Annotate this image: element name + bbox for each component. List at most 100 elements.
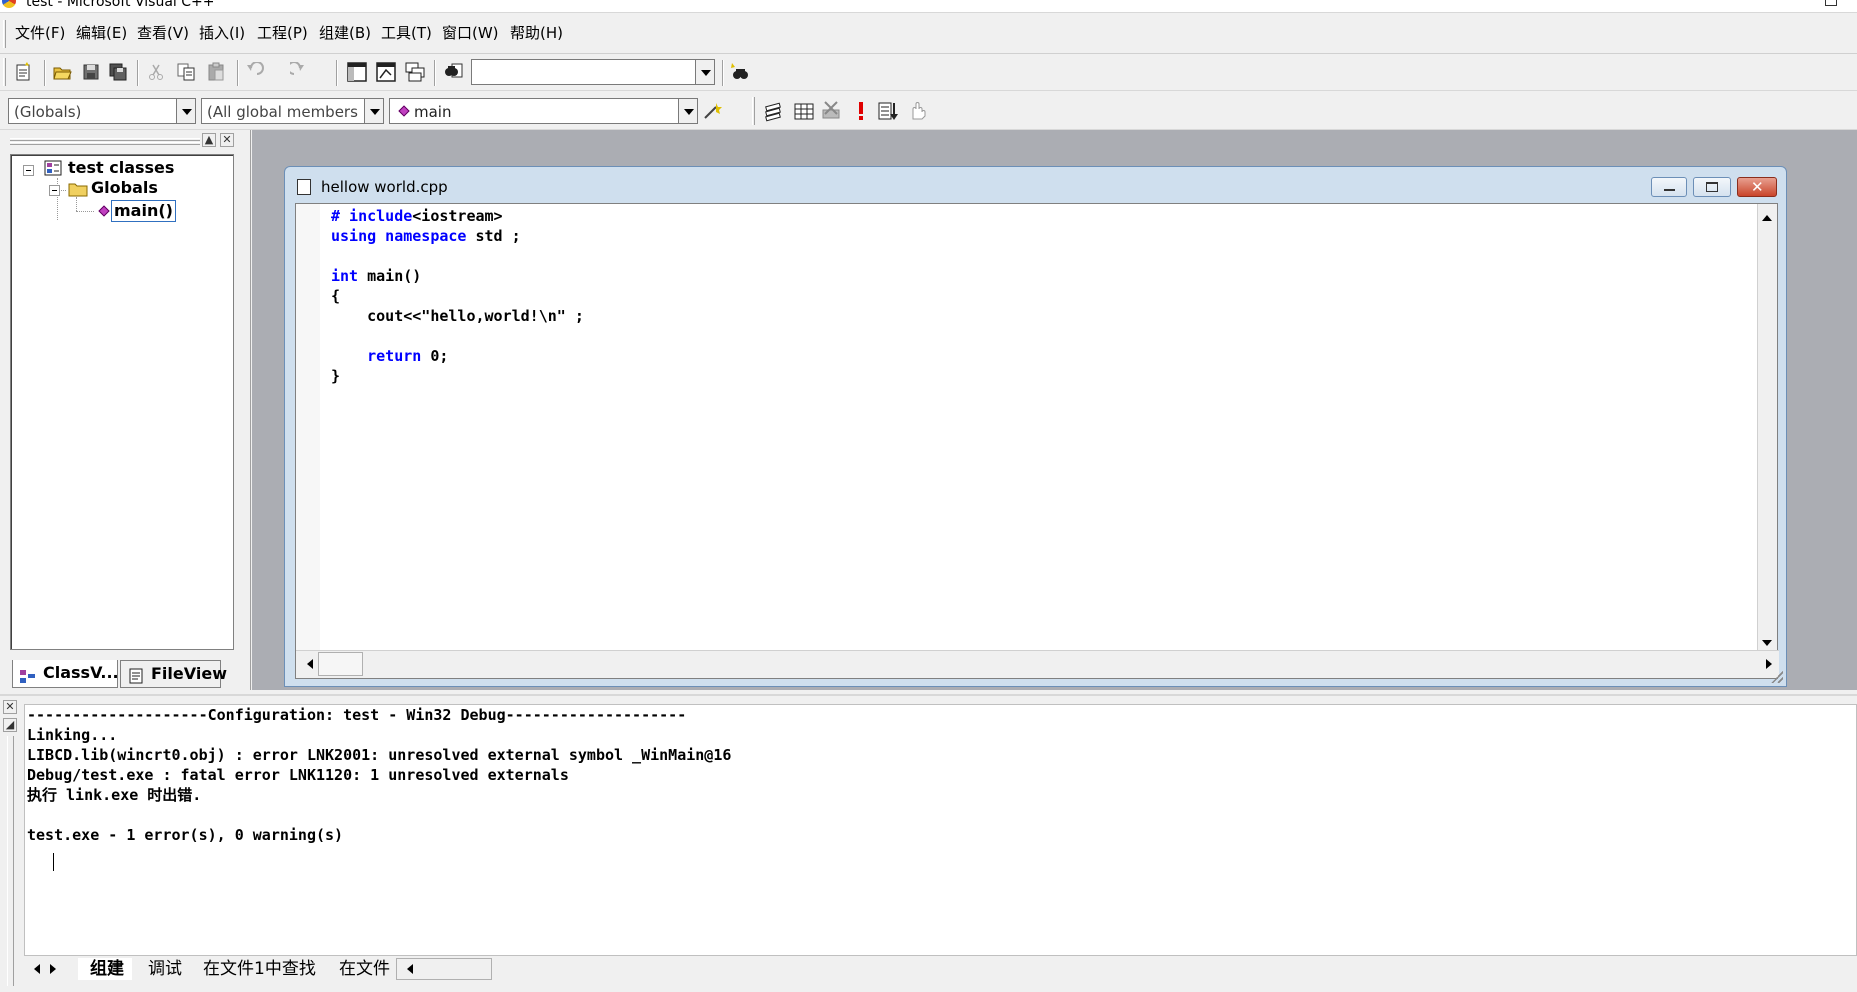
workspace-icon[interactable] [346,61,368,83]
members-filter-dropdown-icon[interactable] [364,98,384,124]
output-maximize-icon[interactable]: ◢ [3,718,17,732]
code-line[interactable] [331,246,584,266]
output-grip[interactable] [7,736,14,986]
class-scope-combo[interactable]: (Globals) [8,98,196,124]
code-line[interactable]: int main() [331,266,584,286]
window-list-icon[interactable] [404,61,426,83]
code-line[interactable] [331,326,584,346]
tree-globals-label[interactable]: Globals [91,178,158,198]
toolbar-grip[interactable] [3,58,6,86]
window-title: test - Microsoft Visual C++ [26,0,215,10]
find-combo[interactable] [471,59,715,85]
tree-root-label[interactable]: test classes [68,158,174,178]
output-hscroll-left-icon[interactable] [407,964,413,974]
horizontal-scroll-thumb[interactable] [318,652,363,676]
scroll-down-icon[interactable] [1762,640,1772,646]
scroll-right-icon[interactable] [1766,659,1772,669]
code-line[interactable]: { [331,286,584,306]
output-line: Debug/test.exe : fatal error LNK1120: 1 … [27,766,569,784]
code-editor[interactable]: # include<iostream> using namespace std ;… [295,203,1779,679]
insert-breakpoint-icon[interactable] [906,100,928,122]
compile-icon[interactable] [763,100,785,122]
copy-icon[interactable] [175,61,197,83]
tab-build[interactable]: 组建 [78,958,132,980]
tree-main-label[interactable]: main() [111,200,176,222]
workspace-close-icon[interactable]: ✕ [220,133,234,147]
scroll-left-icon[interactable] [307,659,313,669]
class-scope-dropdown-icon[interactable] [176,98,196,124]
stop-build-icon[interactable] [820,100,842,122]
tree-root-collapse-icon[interactable] [23,165,34,176]
workspace-maximize-icon[interactable]: ▲ [202,133,216,147]
go-icon[interactable] [877,100,899,122]
tab-classview[interactable]: ClassV... [12,660,119,688]
function-combo[interactable]: main [389,98,698,124]
code-line[interactable]: } [331,366,584,386]
cut-icon[interactable] [145,61,167,83]
code-text[interactable]: # include<iostream> using namespace std ;… [331,206,584,386]
wizard-bar: (Globals) (All global members main [0,92,1857,130]
menu-file[interactable]: 文件(F) [15,24,65,42]
save-all-icon[interactable] [107,61,129,83]
tab-find-in-files-2[interactable]: 在文件 [325,958,395,980]
function-combo-dropdown-icon[interactable] [678,98,698,124]
save-icon[interactable] [80,61,102,83]
app-icon[interactable] [2,0,16,8]
open-icon[interactable] [51,61,73,83]
output-close-icon[interactable]: ✕ [3,700,17,714]
output-tab-scroll-left-icon[interactable] [34,964,40,974]
output-log[interactable]: --------------------Configuration: test … [24,704,1857,956]
code-line[interactable]: cout<<"hello,world!\n" ; [331,306,584,326]
source-file-icon[interactable] [297,179,311,195]
menu-tools[interactable]: 工具(T) [381,24,432,42]
scroll-up-icon[interactable] [1762,215,1772,221]
menu-build[interactable]: 组建(B) [319,24,371,42]
members-filter-combo[interactable]: (All global members [201,98,384,124]
menu-help[interactable]: 帮助(H) [510,24,563,42]
tree-globals-collapse-icon[interactable] [49,185,60,196]
editor-gutter[interactable] [296,204,320,650]
workspace-panel: ▲ ✕ test classes Globals main() ClassV..… [0,130,251,690]
output-line: test.exe - 1 error(s), 0 warning(s) [27,826,344,844]
vertical-scrollbar[interactable] [1757,204,1777,650]
build-toolbar-grip[interactable] [752,97,755,125]
members-filter-value: (All global members [207,103,358,121]
horizontal-scrollbar[interactable] [296,650,1779,678]
tab-fileview[interactable]: FileView [120,660,227,688]
output-line: LIBCD.lib(wincrt0.obj) : error LNK2001: … [27,746,732,764]
build-icon[interactable] [793,100,815,122]
tab-debug[interactable]: 调试 [138,958,182,980]
find-in-files-icon[interactable] [442,61,464,83]
menu-edit[interactable]: 编辑(E) [76,24,127,42]
menu-bar-grip[interactable] [3,20,6,48]
redo-icon[interactable] [290,61,312,83]
code-line[interactable]: using namespace std ; [331,226,584,246]
find-icon[interactable] [729,61,751,83]
menu-project[interactable]: 工程(P) [257,24,308,42]
output-tab-scroll-right-icon[interactable] [50,964,56,974]
close-icon: ✕ [1751,178,1764,196]
wizard-bar-actions-icon[interactable] [702,100,724,122]
new-text-file-icon[interactable] [12,61,34,83]
maximize-button[interactable] [1693,177,1731,197]
minimize-button[interactable] [1651,177,1687,197]
menu-insert[interactable]: 插入(I) [199,24,245,42]
code-token: <iostream> [412,207,503,225]
code-line[interactable]: # include<iostream> [331,206,584,226]
output-tab-hscrollbar[interactable] [396,958,492,980]
undo-icon[interactable] [243,61,265,83]
restore-window-icon[interactable] [1825,0,1837,6]
output-icon[interactable] [375,61,397,83]
resize-grip-icon[interactable] [1771,671,1783,683]
find-combo-dropdown-icon[interactable] [695,59,715,85]
code-line[interactable]: return 0; [331,346,584,366]
paste-icon[interactable] [205,61,227,83]
output-line: --------------------Configuration: test … [27,706,687,724]
menu-window[interactable]: 窗口(W) [442,24,499,42]
tab-find-in-files-1[interactable]: 在文件1中查找 [195,958,316,980]
execute-icon[interactable] [850,100,872,122]
class-tree[interactable]: test classes Globals main() [10,154,234,650]
menu-view[interactable]: 查看(V) [137,24,189,42]
close-button[interactable]: ✕ [1737,177,1777,197]
